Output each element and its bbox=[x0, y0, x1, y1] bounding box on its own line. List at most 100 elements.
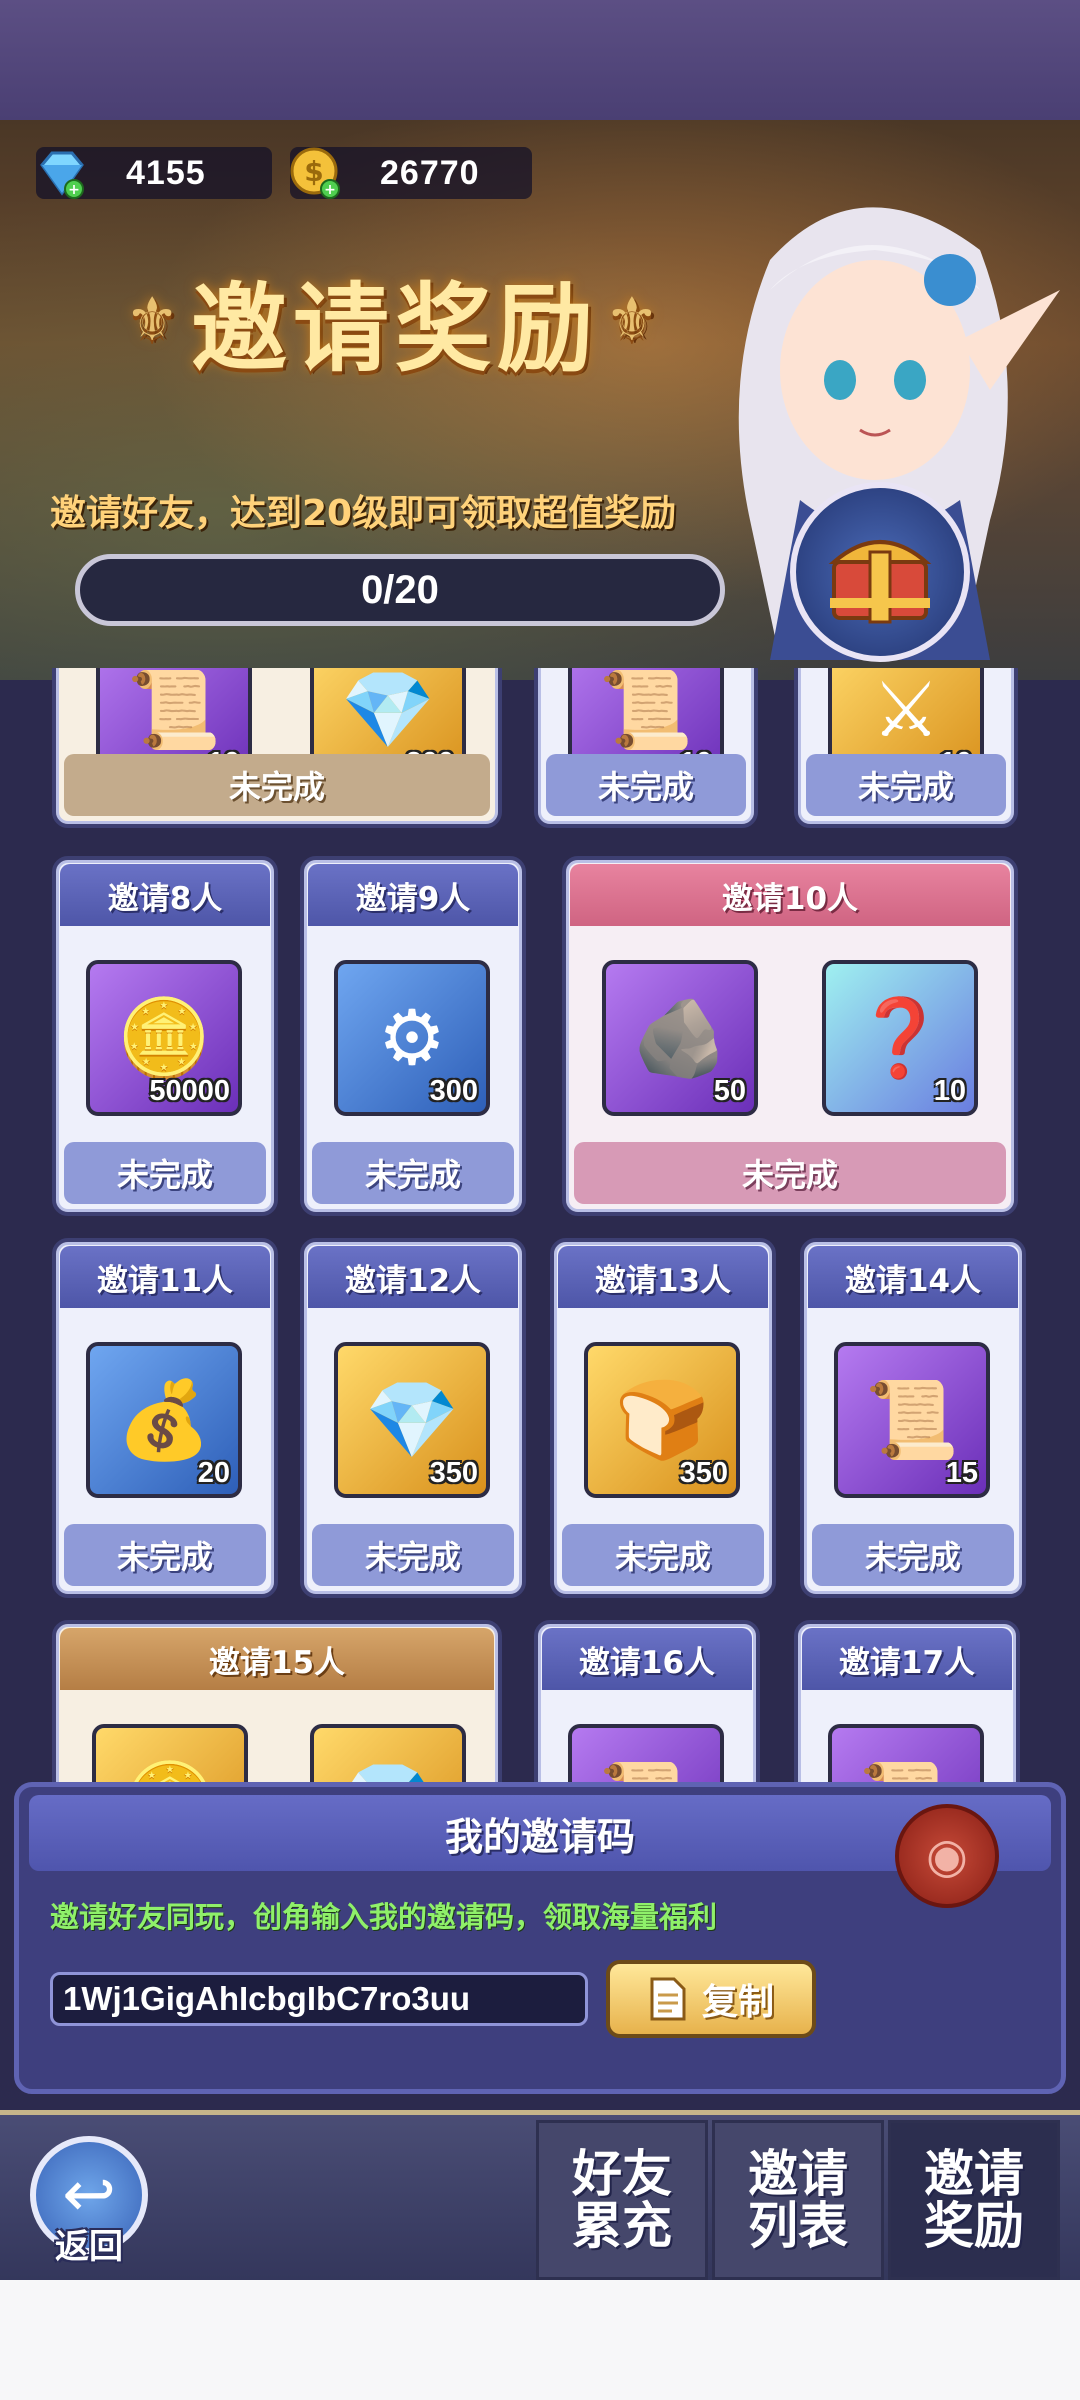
svg-text:+: + bbox=[68, 182, 80, 198]
reward-card-invite-14: 邀请14人 📜 15 未完成 bbox=[800, 1238, 1026, 1598]
diamond-counter[interactable]: + 4155 bbox=[36, 147, 272, 199]
reward-card-invite-12: 邀请12人 💎 350 未完成 bbox=[300, 1238, 526, 1598]
copy-icon bbox=[650, 1977, 686, 2021]
invite-progress-bar: 0/20 bbox=[75, 554, 725, 626]
reward-item[interactable]: 📜 bbox=[568, 1724, 724, 1788]
diamond-icon: 💎 bbox=[340, 668, 436, 754]
scroll-icon: 📜 bbox=[864, 1375, 960, 1464]
coin-amount: 26770 bbox=[380, 153, 480, 192]
reward-card-invite-10: 邀请10人 🪨 50 ❓ 10 未完成 bbox=[562, 856, 1018, 1216]
reward-item[interactable]: 🍞 350 bbox=[584, 1342, 740, 1498]
bread-icon: 🍞 bbox=[614, 1375, 710, 1464]
reward-card-invite-11: 邀请11人 💰 20 未完成 bbox=[52, 1238, 278, 1598]
item-quantity: 50 bbox=[713, 1075, 746, 1107]
diamond-icon: 💎 bbox=[364, 1375, 460, 1464]
mystery-badge-icon: ❓ bbox=[852, 993, 948, 1082]
treasure-chest-icon bbox=[828, 540, 932, 624]
reward-card-partial-1: 📜 10 💎 200 未完成 bbox=[52, 668, 502, 828]
scroll-icon: 📜 bbox=[126, 668, 222, 754]
reward-card-partial-3: ⚔ 10 未完成 bbox=[794, 668, 1018, 828]
item-quantity: 10 bbox=[933, 1075, 966, 1107]
reward-item[interactable]: 🪙 bbox=[92, 1724, 248, 1788]
tab-invite-rewards[interactable]: 邀请 奖励 bbox=[888, 2120, 1060, 2280]
reward-item[interactable]: 💎 bbox=[310, 1724, 466, 1788]
rune-stone-icon: 🪨 bbox=[632, 993, 728, 1082]
item-quantity: 15 bbox=[945, 1457, 978, 1489]
wax-seal-icon: ◉ bbox=[895, 1804, 999, 1908]
status-badge: 未完成 bbox=[562, 1524, 764, 1586]
reward-card-invite-9: 邀请9人 ⚙ 300 未完成 bbox=[300, 856, 526, 1216]
card-title: 邀请13人 bbox=[558, 1246, 768, 1308]
page-title: ⚜ 邀请奖励 ⚜ bbox=[50, 255, 740, 385]
scroll-icon: 📜 bbox=[598, 668, 694, 754]
item-quantity: 50000 bbox=[149, 1075, 230, 1107]
copy-button-label: 复制 bbox=[701, 1982, 774, 2023]
reward-card-partial-2: 📜 10 未完成 bbox=[534, 668, 758, 828]
reward-grid[interactable]: 📜 10 💎 200 未完成 📜 10 未完成 ⚔ 10 未完成 邀请8人 🪙 … bbox=[48, 668, 1032, 1788]
card-title: 邀请12人 bbox=[308, 1246, 518, 1308]
coin-icon: 🪙 bbox=[116, 993, 212, 1082]
fleur-left-icon: ⚜ bbox=[125, 285, 185, 355]
status-badge: 未完成 bbox=[546, 754, 746, 816]
reward-item[interactable]: ⚙ 300 bbox=[334, 960, 490, 1116]
invite-code-field[interactable]: 1Wj1GigAhIcbgIbC7ro3uu bbox=[50, 1972, 588, 2026]
tab-friend-recharge[interactable]: 好友 累充 bbox=[536, 2120, 708, 2280]
item-quantity: 300 bbox=[429, 1075, 478, 1107]
coin-icon: $ + bbox=[284, 141, 348, 205]
system-bottom-area bbox=[0, 2280, 1080, 2400]
svg-text:+: + bbox=[324, 182, 336, 198]
weapon-icon: ⚔ bbox=[871, 668, 941, 754]
reward-item[interactable]: 🪙 50000 bbox=[86, 960, 242, 1116]
item-quantity: 20 bbox=[197, 1457, 230, 1489]
coin-counter[interactable]: $ + 26770 bbox=[290, 147, 532, 199]
card-title: 邀请17人 bbox=[802, 1628, 1012, 1690]
status-badge: 未完成 bbox=[64, 1142, 266, 1204]
tab-label: 好友 累充 bbox=[572, 2144, 672, 2255]
reward-card-invite-17: 邀请17人 📜 bbox=[794, 1620, 1020, 1788]
status-badge: 未完成 bbox=[312, 1524, 514, 1586]
progress-text: 0/20 bbox=[361, 567, 439, 612]
tab-invite-list[interactable]: 邀请 列表 bbox=[712, 2120, 884, 2280]
mystery-bag-icon: 💰 bbox=[116, 1375, 212, 1464]
copy-button[interactable]: 复制 bbox=[606, 1960, 816, 2038]
back-button[interactable]: ↩ 返回 bbox=[20, 2128, 158, 2270]
card-title: 邀请15人 bbox=[60, 1628, 494, 1690]
back-button-label: 返回 bbox=[55, 2227, 123, 2267]
top-background bbox=[0, 0, 1080, 120]
reward-item[interactable]: 💎 350 bbox=[334, 1342, 490, 1498]
reward-card-invite-16: 邀请16人 📜 bbox=[534, 1620, 760, 1788]
status-badge: 未完成 bbox=[312, 1142, 514, 1204]
reward-item[interactable]: 📜 bbox=[828, 1724, 984, 1788]
card-title: 邀请8人 bbox=[60, 864, 270, 926]
treasure-chest-button[interactable] bbox=[790, 482, 970, 662]
reward-card-invite-8: 邀请8人 🪙 50000 未完成 bbox=[52, 856, 278, 1216]
diamond-icon: + bbox=[30, 141, 94, 205]
reward-card-invite-15: 邀请15人 🪙 💎 bbox=[52, 1620, 502, 1788]
tab-label: 邀请 奖励 bbox=[924, 2144, 1024, 2255]
invite-code-value: 1Wj1GigAhIcbgIbC7ro3uu bbox=[63, 1980, 471, 2017]
invite-code-description: 邀请好友同玩，创角输入我的邀请码，领取海量福利 bbox=[50, 1900, 718, 1934]
status-badge: 未完成 bbox=[812, 1524, 1014, 1586]
card-title: 邀请16人 bbox=[542, 1628, 752, 1690]
tab-label: 邀请 列表 bbox=[748, 2144, 848, 2255]
reward-item[interactable]: 💰 20 bbox=[86, 1342, 242, 1498]
card-title: 邀请14人 bbox=[808, 1246, 1018, 1308]
status-badge: 未完成 bbox=[806, 754, 1006, 816]
title-text: 邀请奖励 bbox=[191, 272, 599, 385]
diamond-amount: 4155 bbox=[126, 153, 206, 192]
reward-card-invite-13: 邀请13人 🍞 350 未完成 bbox=[550, 1238, 776, 1598]
invite-code-header-text: 我的邀请码 bbox=[444, 1814, 635, 1859]
banner-subtitle: 邀请好友，达到20级即可领取超值奖励 bbox=[50, 493, 677, 534]
reward-item[interactable]: ❓ 10 bbox=[822, 960, 978, 1116]
card-title: 邀请9人 bbox=[308, 864, 518, 926]
status-badge: 未完成 bbox=[574, 1142, 1006, 1204]
reward-item[interactable]: 📜 15 bbox=[834, 1342, 990, 1498]
status-badge: 未完成 bbox=[64, 1524, 266, 1586]
item-quantity: 350 bbox=[679, 1457, 728, 1489]
reward-item[interactable]: 🪨 50 bbox=[602, 960, 758, 1116]
card-title: 邀请11人 bbox=[60, 1246, 270, 1308]
saw-disc-icon: ⚙ bbox=[377, 993, 447, 1082]
status-badge: 未完成 bbox=[64, 754, 490, 816]
svg-text:$: $ bbox=[304, 155, 323, 188]
item-quantity: 350 bbox=[429, 1457, 478, 1489]
